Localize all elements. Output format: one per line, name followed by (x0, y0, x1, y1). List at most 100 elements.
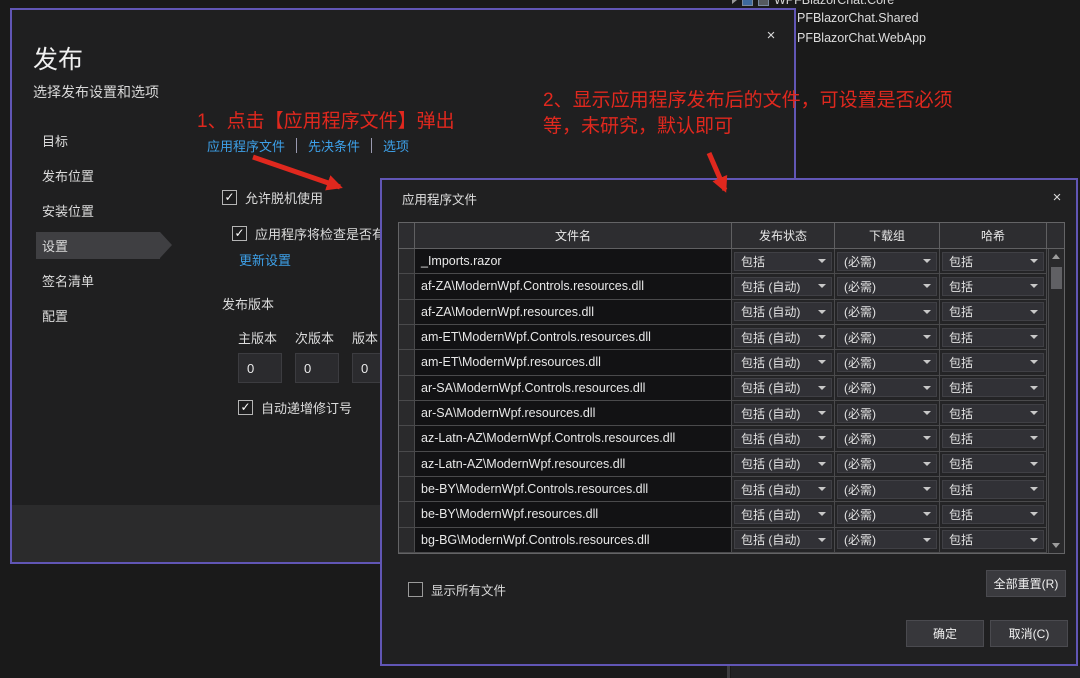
download-group-select[interactable]: (必需) (837, 504, 937, 524)
hash-select[interactable]: 包括 (942, 479, 1044, 499)
row-header-cell[interactable] (399, 274, 415, 300)
chevron-down-icon (923, 411, 931, 416)
download-group-select[interactable]: (必需) (837, 530, 937, 550)
col-hash[interactable]: 哈希 (940, 223, 1047, 249)
auto-increment-checkbox-row[interactable]: ✓ 自动递增修订号 (238, 398, 352, 417)
hash-select[interactable]: 包括 (942, 530, 1044, 550)
download-group-select[interactable]: (必需) (837, 403, 937, 423)
row-header-cell[interactable] (399, 451, 415, 477)
hash-select[interactable]: 包括 (942, 352, 1044, 372)
download-group-select[interactable]: (必需) (837, 302, 937, 322)
file-name-cell[interactable]: af-ZA\ModernWpf.Controls.resources.dll (415, 274, 732, 300)
file-name-cell[interactable]: be-BY\ModernWpf.resources.dll (415, 502, 732, 528)
publish-status-select-cell: 包括 (自动) (732, 350, 835, 376)
download-group-select[interactable]: (必需) (837, 352, 937, 372)
download-group-select[interactable]: (必需) (837, 454, 937, 474)
scroll-up-icon[interactable] (1052, 254, 1060, 259)
checkbox-checked-icon[interactable]: ✓ (232, 226, 247, 241)
hash-select[interactable]: 包括 (942, 378, 1044, 398)
tab-application-files[interactable]: 应用程序文件 (207, 136, 285, 155)
publish-status-select[interactable]: 包括 (自动) (734, 403, 832, 423)
download-group-select[interactable]: (必需) (837, 327, 937, 347)
close-icon[interactable]: × (760, 24, 782, 46)
file-name-cell[interactable]: ar-SA\ModernWpf.resources.dll (415, 400, 732, 427)
publish-status-select[interactable]: 包括 (自动) (734, 504, 832, 524)
sidebar-item-sign-manifests[interactable]: 签名清单 (36, 267, 160, 294)
publish-status-select[interactable]: 包括 (自动) (734, 530, 832, 550)
tree-item-shared[interactable]: PFBlazorChat.Shared (797, 11, 919, 25)
row-header-cell[interactable] (399, 400, 415, 427)
file-name-cell[interactable]: _Imports.razor (415, 249, 732, 275)
hash-select[interactable]: 包括 (942, 454, 1044, 474)
file-name-cell[interactable]: bg-BG\ModernWpf.Controls.resources.dll (415, 527, 732, 553)
cancel-button[interactable]: 取消(C) (990, 620, 1068, 647)
file-name-cell[interactable]: be-BY\ModernWpf.Controls.resources.dll (415, 476, 732, 503)
row-header-cell[interactable] (399, 476, 415, 503)
file-name-cell[interactable]: am-ET\ModernWpf.resources.dll (415, 350, 732, 376)
file-name-cell[interactable]: am-ET\ModernWpf.Controls.resources.dll (415, 324, 732, 351)
row-header-cell[interactable] (399, 502, 415, 528)
updates-checkbox-row[interactable]: ✓ 应用程序将检查是否有更 (232, 224, 398, 243)
hash-select[interactable]: 包括 (942, 403, 1044, 423)
file-name-cell[interactable]: az-Latn-AZ\ModernWpf.resources.dll (415, 451, 732, 477)
publish-status-select[interactable]: 包括 (自动) (734, 276, 832, 296)
file-name-cell[interactable]: af-ZA\ModernWpf.resources.dll (415, 299, 732, 325)
tab-separator (371, 138, 373, 153)
hash-select[interactable]: 包括 (942, 504, 1044, 524)
checkbox-unchecked-icon[interactable] (408, 582, 423, 597)
offline-checkbox-row[interactable]: ✓ 允许脱机使用 (222, 188, 323, 207)
sidebar-item-configuration[interactable]: 配置 (36, 302, 160, 329)
hash-select[interactable]: 包括 (942, 276, 1044, 296)
update-settings-link[interactable]: 更新设置 (239, 250, 291, 269)
close-icon[interactable]: × (1046, 186, 1068, 208)
sidebar-item-settings[interactable]: 设置 (36, 232, 172, 259)
download-group-select[interactable]: (必需) (837, 251, 937, 271)
hash-select[interactable]: 包括 (942, 428, 1044, 448)
hash-select[interactable]: 包括 (942, 327, 1044, 347)
tree-item-webapp[interactable]: PFBlazorChat.WebApp (797, 31, 926, 45)
col-download-group[interactable]: 下载组 (835, 223, 940, 249)
chevron-down-icon (923, 259, 931, 264)
row-header-cell[interactable] (399, 249, 415, 275)
row-header-cell[interactable] (399, 299, 415, 325)
row-header-cell[interactable] (399, 527, 415, 553)
file-name-cell[interactable]: ar-SA\ModernWpf.Controls.resources.dll (415, 375, 732, 401)
scrollbar-thumb[interactable] (1051, 267, 1062, 289)
row-header-cell[interactable] (399, 350, 415, 376)
publish-status-select[interactable]: 包括 (自动) (734, 352, 832, 372)
publish-status-select[interactable]: 包括 (自动) (734, 302, 832, 322)
tab-options[interactable]: 选项 (383, 136, 409, 155)
sidebar-item-publish-location[interactable]: 发布位置 (36, 162, 160, 189)
download-group-select[interactable]: (必需) (837, 378, 937, 398)
show-all-files-row[interactable]: 显示所有文件 (408, 580, 506, 599)
vertical-scrollbar[interactable] (1048, 249, 1064, 553)
file-name-cell[interactable]: az-Latn-AZ\ModernWpf.Controls.resources.… (415, 426, 732, 452)
tab-prerequisites[interactable]: 先决条件 (308, 136, 360, 155)
col-file-name[interactable]: 文件名 (415, 223, 732, 249)
scroll-down-icon[interactable] (1052, 543, 1060, 548)
col-publish-status[interactable]: 发布状态 (732, 223, 835, 249)
download-group-select[interactable]: (必需) (837, 428, 937, 448)
row-header-cell[interactable] (399, 375, 415, 401)
download-group-select[interactable]: (必需) (837, 479, 937, 499)
row-header-cell[interactable] (399, 324, 415, 351)
ok-button[interactable]: 确定 (906, 620, 984, 647)
checkbox-checked-icon[interactable]: ✓ (222, 190, 237, 205)
publish-status-select[interactable]: 包括 (自动) (734, 479, 832, 499)
publish-status-select[interactable]: 包括 (自动) (734, 454, 832, 474)
sidebar-item-install-location[interactable]: 安装位置 (36, 197, 160, 224)
sidebar-item-target[interactable]: 目标 (36, 127, 160, 154)
checkbox-checked-icon[interactable]: ✓ (238, 400, 253, 415)
publish-status-select[interactable]: 包括 (734, 251, 832, 271)
publish-status-select[interactable]: 包括 (自动) (734, 428, 832, 448)
publish-status-select[interactable]: 包括 (自动) (734, 378, 832, 398)
major-version-input[interactable] (238, 353, 282, 383)
minor-version-input[interactable] (295, 353, 339, 383)
publish-status-select[interactable]: 包括 (自动) (734, 327, 832, 347)
hash-select[interactable]: 包括 (942, 251, 1044, 271)
hash-select[interactable]: 包括 (942, 302, 1044, 322)
reset-all-button[interactable]: 全部重置(R) (986, 570, 1066, 597)
row-header-cell[interactable] (399, 426, 415, 452)
download-group-select[interactable]: (必需) (837, 276, 937, 296)
pane-splitter[interactable] (727, 666, 730, 678)
